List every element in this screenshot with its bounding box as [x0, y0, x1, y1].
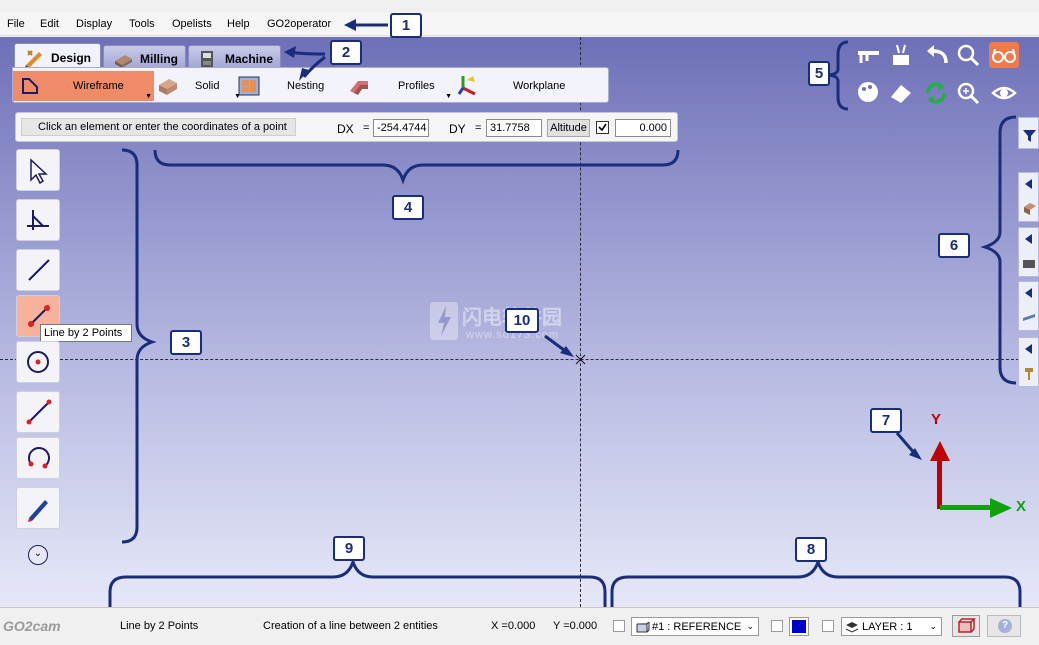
chevron-down-icon: ⌄	[929, 621, 937, 631]
reference-select[interactable]: #1 : REFERENCE ⌄	[631, 617, 759, 636]
reference-plane-icon	[636, 621, 650, 633]
callout-7: 7	[870, 408, 902, 433]
reference-checkbox[interactable]	[613, 620, 625, 632]
callout-5: 5	[808, 61, 830, 86]
help-icon: ?	[998, 619, 1012, 633]
chevron-down-icon: ⌄	[746, 621, 754, 631]
graphics-viewport[interactable]: 闪电软件园 www.sd173.com Design Milling Machi…	[0, 37, 1039, 607]
callout-10: 10	[505, 308, 539, 333]
layer-select[interactable]: LAYER : 1 ⌄	[841, 617, 942, 636]
view-cube-button[interactable]	[952, 615, 980, 637]
command-description: Creation of a line between 2 entities	[263, 620, 438, 632]
callout-3: 3	[170, 330, 202, 355]
current-command: Line by 2 Points	[120, 620, 199, 632]
status-bar: GO2cam Line by 2 Points Creation of a li…	[0, 607, 1039, 645]
help-button[interactable]: ?	[987, 615, 1021, 637]
app-logo: GO2cam	[3, 618, 61, 634]
callout-6: 6	[938, 233, 970, 258]
top-annotation-overlay	[344, 19, 388, 31]
cube-icon	[958, 618, 976, 633]
callout-1: 1	[390, 13, 422, 38]
layers-icon	[845, 622, 859, 633]
callout-8: 8	[795, 537, 827, 562]
x-coordinate: X =0.000	[491, 620, 536, 632]
reference-value: #1 : REFERENCE	[652, 621, 742, 633]
y-coordinate: Y =0.000	[553, 620, 598, 632]
layer-value: LAYER : 1	[862, 621, 913, 633]
callout-2: 2	[330, 40, 362, 65]
color-checkbox[interactable]	[771, 620, 783, 632]
callout-9: 9	[333, 536, 365, 561]
color-swatch	[792, 620, 806, 633]
callout-4: 4	[392, 195, 424, 220]
layer-checkbox[interactable]	[822, 620, 834, 632]
color-picker[interactable]	[789, 617, 809, 636]
